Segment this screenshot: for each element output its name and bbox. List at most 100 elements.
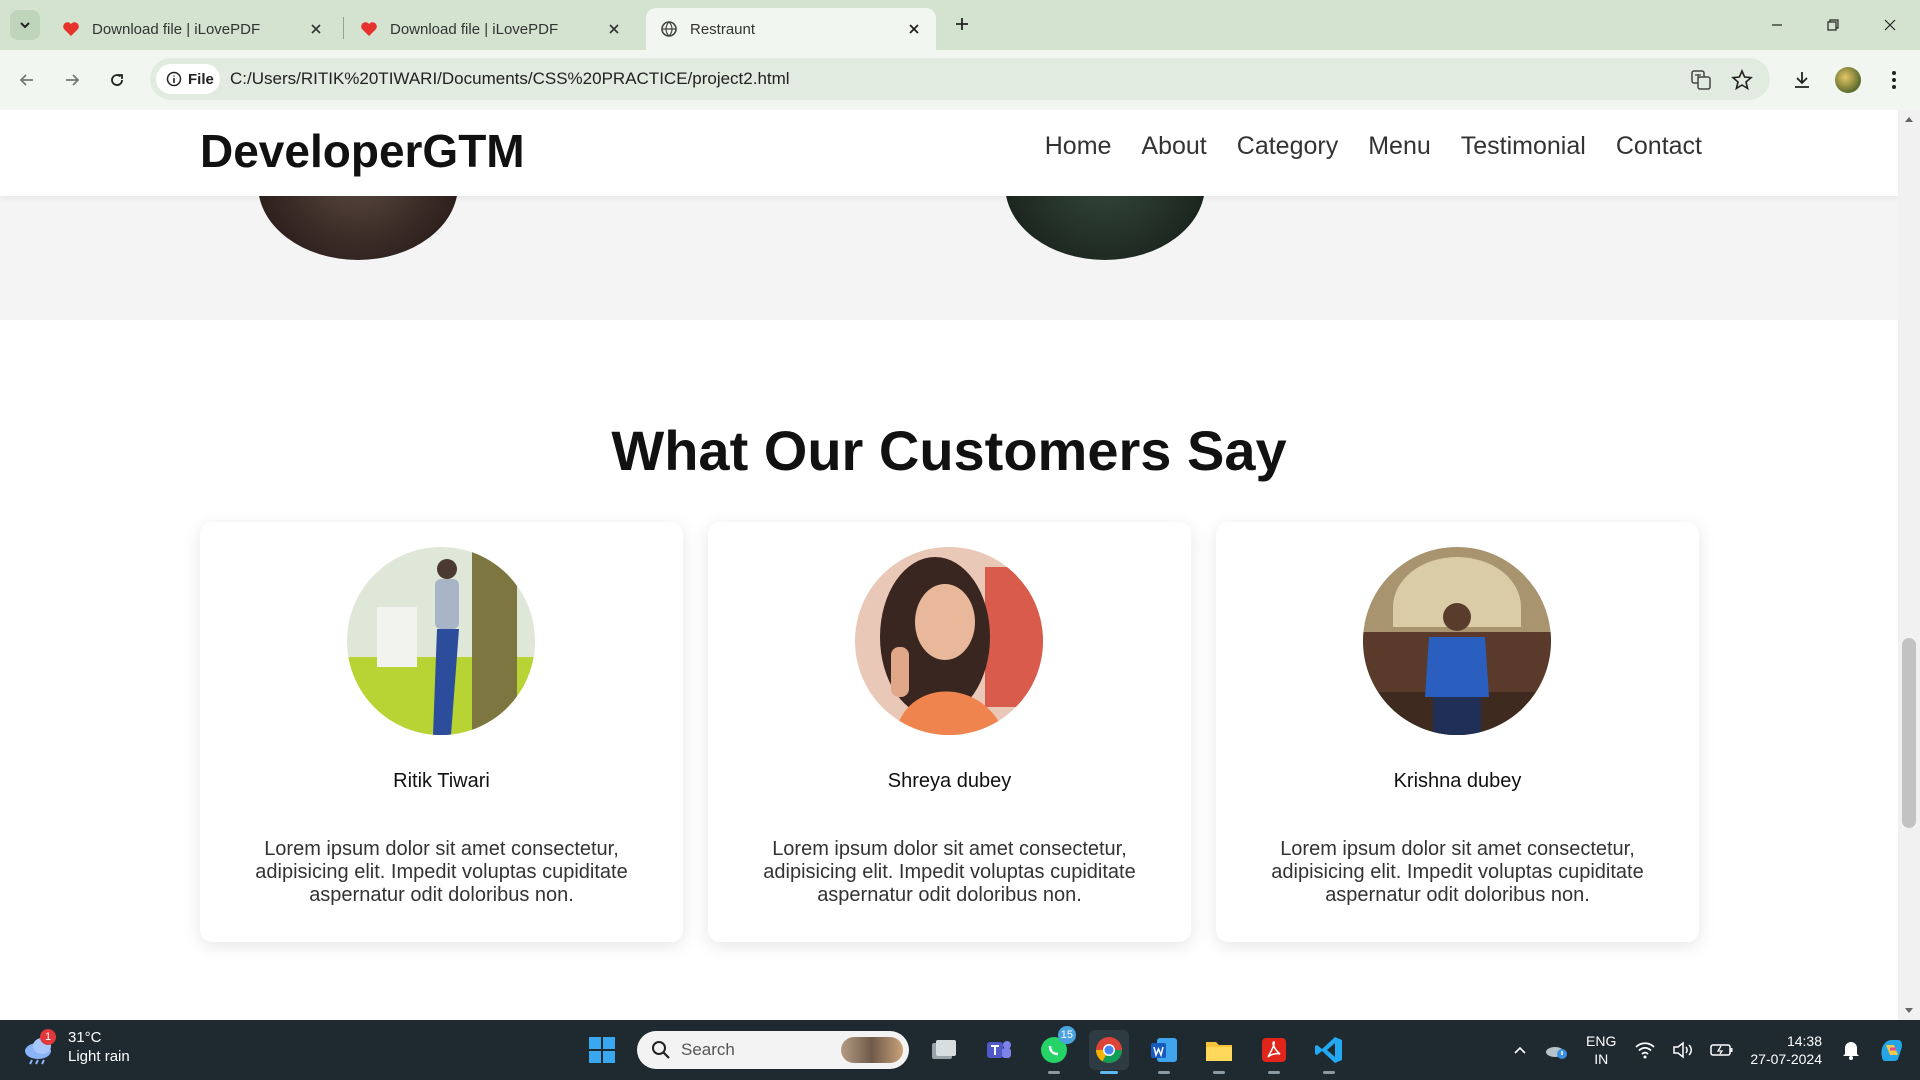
forward-button[interactable]	[57, 65, 87, 95]
address-bar[interactable]: File C:/Users/RITIK%20TIWARI/Documents/C…	[150, 58, 1770, 100]
close-icon[interactable]	[906, 21, 922, 37]
word-app[interactable]	[1144, 1030, 1184, 1074]
chrome-icon	[1095, 1037, 1123, 1064]
back-button[interactable]	[12, 65, 42, 95]
testimonials-title: What Our Customers Say	[611, 419, 1287, 482]
info-icon	[166, 71, 182, 87]
bookmark-button[interactable]	[1729, 67, 1755, 93]
window-close-button[interactable]	[1875, 10, 1905, 40]
weather-widget[interactable]: 1 31°C Light rain	[22, 1028, 130, 1066]
volume-icon[interactable]	[1672, 1041, 1694, 1059]
taskbar-apps: Search 15	[582, 1026, 1364, 1074]
close-icon[interactable]	[308, 21, 324, 37]
nav-home[interactable]: Home	[1045, 132, 1112, 161]
nav-about[interactable]: About	[1141, 132, 1206, 161]
active-indicator	[1100, 1071, 1118, 1074]
weather-temp: 31°C	[68, 1029, 102, 1046]
acrobat-icon	[1262, 1038, 1286, 1062]
bell-icon	[1843, 1042, 1859, 1060]
reload-button[interactable]	[102, 65, 132, 95]
site-logo[interactable]: DeveloperGTM	[200, 124, 525, 178]
downloads-button[interactable]	[1787, 65, 1817, 95]
onedrive-button[interactable]	[1544, 1040, 1568, 1060]
nav-testimonial[interactable]: Testimonial	[1461, 132, 1586, 161]
customer-name: Krishna dubey	[1393, 770, 1522, 792]
copilot-button[interactable]	[1876, 1035, 1906, 1065]
folder-icon	[1206, 1042, 1232, 1061]
tab-search-button[interactable]	[10, 10, 40, 40]
testimonial-text: Lorem ipsum dolor sit amet consectetur, …	[763, 838, 1136, 906]
site-header: DeveloperGTM Home About Category Menu Te…	[0, 110, 1898, 196]
browser-toolbar: File C:/Users/RITIK%20TIWARI/Documents/C…	[0, 50, 1920, 110]
start-button[interactable]	[582, 1030, 622, 1070]
tab-separator	[343, 17, 344, 39]
acrobat-app[interactable]	[1254, 1030, 1294, 1074]
tab-ilovepdf-2[interactable]: Download file | iLovePDF	[346, 8, 636, 50]
profile-button[interactable]	[1833, 65, 1863, 95]
chip-label: File	[188, 70, 214, 88]
running-indicator	[1213, 1071, 1225, 1074]
nav-menu[interactable]: Menu	[1368, 132, 1431, 161]
notifications-button[interactable]	[1842, 1040, 1860, 1060]
scrollbar-thumb[interactable]	[1902, 638, 1916, 828]
translate-button[interactable]	[1688, 67, 1714, 93]
ilovepdf-heart-icon	[360, 20, 378, 38]
arrow-left-icon	[19, 74, 33, 86]
page-viewport: DeveloperGTM Home About Category Menu Te…	[0, 110, 1898, 1020]
nav-contact[interactable]: Contact	[1616, 132, 1702, 161]
testimonial-card: Shreya dubey Lorem ipsum dolor sit amet …	[708, 522, 1191, 942]
tab-title: Restraunt	[690, 20, 756, 38]
scroll-down-icon[interactable]	[1904, 1006, 1914, 1016]
file-explorer-app[interactable]	[1199, 1030, 1239, 1074]
ilovepdf-heart-icon	[62, 20, 80, 38]
browser-tab-strip: Download file | iLovePDF Download file |…	[0, 0, 1920, 50]
url-text[interactable]: C:/Users/RITIK%20TIWARI/Documents/CSS%20…	[230, 69, 790, 89]
arrow-right-icon	[66, 74, 80, 86]
menu-button[interactable]	[1879, 65, 1909, 95]
testimonial-card: Krishna dubey Lorem ipsum dolor sit amet…	[1216, 522, 1699, 942]
page-scrollbar[interactable]	[1898, 110, 1920, 1020]
star-icon	[1731, 69, 1753, 91]
clock-button[interactable]: 14:38 27-07-2024	[1750, 1032, 1822, 1068]
show-hidden-icons-button[interactable]	[1512, 1042, 1528, 1058]
profile-avatar	[1835, 67, 1861, 93]
wifi-icon[interactable]	[1634, 1041, 1656, 1059]
weather-condition: Light rain	[68, 1048, 130, 1065]
tab-restraunt[interactable]: Restraunt	[646, 8, 936, 50]
restore-button[interactable]	[1818, 10, 1848, 40]
chrome-app[interactable]	[1089, 1030, 1129, 1074]
whatsapp-app[interactable]: 15	[1034, 1026, 1076, 1074]
customer-photo	[855, 547, 1043, 735]
running-indicator	[1268, 1071, 1280, 1074]
teams-app[interactable]	[979, 1030, 1019, 1070]
vscode-app[interactable]	[1309, 1030, 1349, 1074]
system-tray: ENG IN 14:38 27-07-2024	[1504, 1020, 1920, 1080]
search-icon	[652, 1041, 670, 1059]
site-info-chip[interactable]: File	[156, 64, 220, 94]
new-tab-button[interactable]	[950, 12, 974, 36]
restore-icon	[1827, 19, 1839, 31]
close-icon[interactable]	[606, 21, 622, 37]
main-nav: Home About Category Menu Testimonial Con…	[1045, 132, 1702, 161]
translate-icon	[1691, 70, 1711, 90]
scroll-up-icon[interactable]	[1904, 114, 1914, 124]
chevron-down-icon	[20, 22, 30, 29]
minimize-button[interactable]	[1762, 10, 1792, 40]
customer-name: Shreya dubey	[887, 770, 1012, 792]
customer-photo	[1363, 547, 1551, 735]
windows-taskbar: 1 31°C Light rain Search 15 ENG IN 14:38…	[0, 1020, 1920, 1080]
running-indicator	[1048, 1071, 1060, 1074]
taskbar-search[interactable]: Search	[637, 1031, 909, 1069]
minimize-icon	[1772, 24, 1782, 26]
testimonial-text: Lorem ipsum dolor sit amet consectetur, …	[1271, 838, 1644, 906]
nav-category[interactable]: Category	[1237, 132, 1338, 161]
chevron-up-icon	[1514, 1046, 1526, 1054]
download-icon	[1795, 72, 1809, 88]
input-language-button[interactable]: ENG IN	[1586, 1032, 1616, 1068]
task-view-button[interactable]	[924, 1030, 964, 1070]
cloud-sync-icon	[1546, 1047, 1568, 1059]
tab-ilovepdf-1[interactable]: Download file | iLovePDF	[48, 8, 338, 50]
weather-badge: 1	[40, 1029, 56, 1045]
lang-line2: IN	[1594, 1051, 1609, 1067]
battery-icon[interactable]	[1710, 1042, 1734, 1058]
